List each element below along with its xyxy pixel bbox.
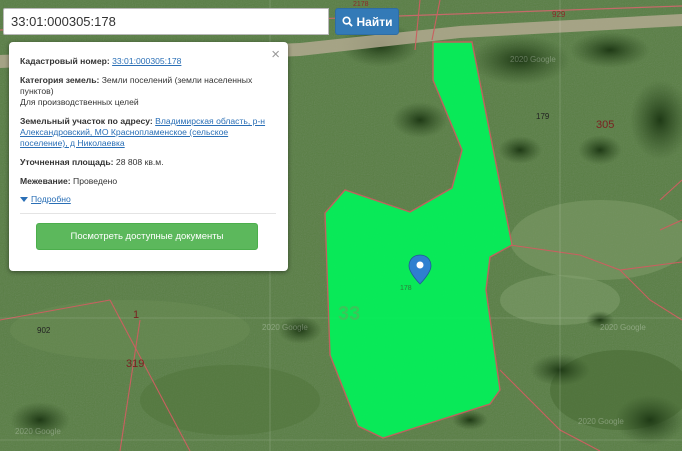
parcel-label-902: 902 — [37, 326, 51, 335]
search-button[interactable]: Найти — [335, 8, 399, 35]
parcel-label-319: 319 — [126, 358, 144, 370]
road-label-929: 929 — [552, 10, 566, 19]
survey-value: Проведено — [73, 176, 118, 186]
watermark: 2020 Google — [510, 55, 556, 64]
divider — [20, 213, 276, 214]
parcel-label-179: 179 — [536, 112, 550, 121]
parcel-label-305: 305 — [596, 119, 614, 131]
road-label-2178: 2178 — [353, 1, 369, 8]
search-button-label: Найти — [356, 14, 393, 29]
caret-down-icon — [20, 197, 28, 202]
cadastral-number-row: Кадастровый номер: 33:01:000305:178 — [20, 56, 276, 67]
land-category-label: Категория земель: — [20, 75, 100, 85]
parcel-info-popup: × Кадастровый номер: 33:01:000305:178 Ка… — [9, 42, 288, 271]
cadastral-number-label: Кадастровый номер: — [20, 56, 110, 66]
search-icon — [341, 16, 353, 27]
address-label: Земельный участок по адресу: — [20, 116, 153, 126]
area-label: Уточненная площадь: — [20, 157, 114, 167]
watermark: 2020 Google — [578, 417, 624, 426]
cadastral-number-link[interactable]: 33:01:000305:178 — [112, 56, 181, 66]
watermark: 2020 Google — [262, 323, 308, 332]
land-category-row: Категория земель: Земли поселений (земли… — [20, 75, 276, 108]
view-documents-button[interactable]: Посмотреть доступные документы — [36, 223, 258, 250]
watermark: 2020 Google — [600, 323, 646, 332]
land-purpose-value: Для производственных целей — [20, 97, 139, 107]
search-input[interactable] — [3, 8, 329, 35]
area-value: 28 808 кв.м. — [115, 157, 164, 167]
survey-label: Межевание: — [20, 176, 71, 186]
search-bar: Найти — [3, 8, 399, 35]
details-link[interactable]: Подробно — [31, 194, 71, 205]
parcel-number-label: 178 — [400, 285, 412, 292]
details-toggle[interactable]: Подробно — [20, 194, 276, 205]
watermark: 2020 Google — [15, 427, 61, 436]
survey-row: Межевание: Проведено — [20, 176, 276, 187]
area-row: Уточненная площадь: 28 808 кв.м. — [20, 157, 276, 168]
close-icon[interactable]: × — [271, 47, 280, 62]
parcel-label-1: 1 — [133, 309, 139, 321]
address-row: Земельный участок по адресу: Владимирска… — [20, 116, 276, 149]
block-number-label: 33 — [338, 303, 360, 325]
